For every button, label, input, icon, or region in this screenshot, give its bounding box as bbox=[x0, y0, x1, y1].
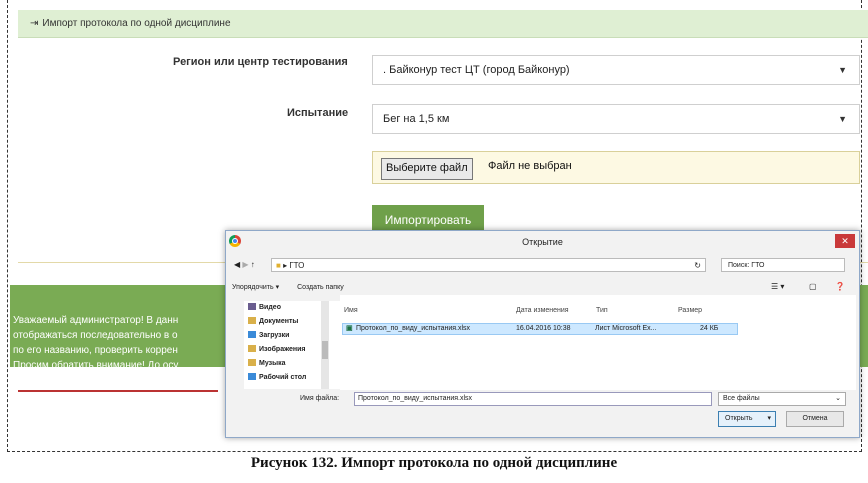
address-bar[interactable]: ■ ▸ ГТО ↻ bbox=[271, 258, 706, 272]
column-name[interactable]: Имя bbox=[344, 307, 358, 314]
banner-line: Уважаемый администратор! В данн bbox=[13, 315, 179, 326]
section-title: Импорт протокола по одной дисциплине bbox=[42, 18, 231, 29]
region-select[interactable]: . Байконур тест ЦТ (город Байконур) ▼ bbox=[372, 55, 860, 85]
sidebar-item-desktop[interactable]: Рабочий стол bbox=[248, 373, 306, 381]
up-icon[interactable]: ↑ bbox=[251, 260, 255, 269]
filetype-value: Все файлы bbox=[723, 395, 760, 402]
open-button[interactable]: Открыть ▾ bbox=[718, 411, 776, 427]
sidebar-item-images[interactable]: Изображения bbox=[248, 345, 305, 353]
test-label: Испытание bbox=[287, 107, 349, 119]
refresh-icon[interactable]: ↻ bbox=[694, 259, 701, 273]
excel-file-icon: ▣ bbox=[346, 325, 353, 332]
preview-pane-icon[interactable]: ▢ bbox=[809, 282, 817, 291]
test-select[interactable]: Бег на 1,5 км ▼ bbox=[372, 104, 860, 134]
view-icon[interactable]: ☰ ▾ bbox=[771, 282, 784, 291]
dialog-toolbar: Упорядочить ▾ Создать папку bbox=[232, 283, 344, 291]
filename-input[interactable]: Протокол_по_виду_испытания.xlsx bbox=[354, 392, 712, 406]
choose-file-button[interactable]: Выберите файл bbox=[381, 158, 473, 180]
file-row[interactable]: ▣ Протокол_по_виду_испытания.xlsx 16.04.… bbox=[342, 323, 738, 335]
sidebar-item-music[interactable]: Музыка bbox=[248, 359, 286, 367]
path-text: ГТО bbox=[289, 261, 305, 270]
chevron-down-icon: ▼ bbox=[838, 114, 847, 124]
open-button-label: Открыть bbox=[725, 415, 753, 422]
banner-line: отображаться последовательно в о bbox=[13, 330, 178, 341]
help-icon[interactable]: ❓ bbox=[835, 282, 845, 291]
column-date[interactable]: Дата изменения bbox=[516, 307, 569, 314]
sidebar-item-downloads[interactable]: Загрузки bbox=[248, 331, 289, 339]
import-icon: ⇥ bbox=[30, 18, 39, 29]
filename-label: Имя файла: bbox=[300, 395, 340, 402]
back-icon[interactable]: ◀ bbox=[234, 260, 240, 269]
banner-line: Просим обратить внимание! До осу bbox=[13, 360, 179, 371]
banner-line: по его названию, проверить коррен bbox=[13, 345, 178, 356]
search-input[interactable]: Поиск: ГТО bbox=[721, 258, 845, 272]
section-header: ⇥ Импорт протокола по одной дисциплине bbox=[18, 10, 868, 38]
file-status: Файл не выбран bbox=[488, 160, 572, 172]
nav-buttons: ◀ ▶ ↑ bbox=[234, 257, 255, 273]
file-name: Протокол_по_виду_испытания.xlsx bbox=[356, 325, 471, 332]
file-type: Лист Microsoft Ex... bbox=[595, 325, 657, 332]
dialog-title: Открытие bbox=[522, 237, 563, 247]
file-date: 16.04.2016 10:38 bbox=[516, 325, 571, 332]
close-button[interactable]: ✕ bbox=[835, 234, 855, 248]
cancel-button[interactable]: Отмена bbox=[786, 411, 844, 427]
region-label: Регион или центр тестирования bbox=[173, 56, 348, 68]
chevron-down-icon: ⌄ bbox=[835, 395, 841, 402]
nav-sidebar: Видео Документы Загрузки Изображения Муз… bbox=[244, 301, 352, 389]
column-type[interactable]: Тип bbox=[596, 307, 608, 314]
new-folder-button[interactable]: Создать папку bbox=[297, 284, 344, 291]
sidebar-scrollbar[interactable] bbox=[321, 301, 329, 389]
chevron-down-icon: ▼ bbox=[838, 65, 847, 75]
red-divider bbox=[18, 390, 218, 392]
folder-icon: ■ bbox=[276, 261, 281, 270]
column-size[interactable]: Размер bbox=[678, 307, 702, 314]
file-input: Выберите файл Файл не выбран bbox=[372, 151, 860, 184]
test-value: Бег на 1,5 км bbox=[383, 113, 450, 125]
organize-button[interactable]: Упорядочить ▾ bbox=[232, 284, 279, 291]
file-size: 24 КБ bbox=[700, 325, 719, 332]
sidebar-item-video[interactable]: Видео bbox=[248, 303, 281, 311]
sidebar-item-documents[interactable]: Документы bbox=[248, 317, 298, 325]
chevron-down-icon[interactable]: ▾ bbox=[767, 412, 771, 426]
figure-caption: Рисунок 132. Импорт протокола по одной д… bbox=[250, 455, 618, 471]
forward-icon[interactable]: ▶ bbox=[242, 260, 248, 269]
region-value: . Байконур тест ЦТ (город Байконур) bbox=[383, 64, 570, 76]
open-file-dialog: Открытие ✕ ◀ ▶ ↑ ■ ▸ ГТО ↻ Поиск: ГТО Уп… bbox=[225, 230, 860, 438]
filetype-select[interactable]: Все файлы ⌄ bbox=[718, 392, 846, 406]
